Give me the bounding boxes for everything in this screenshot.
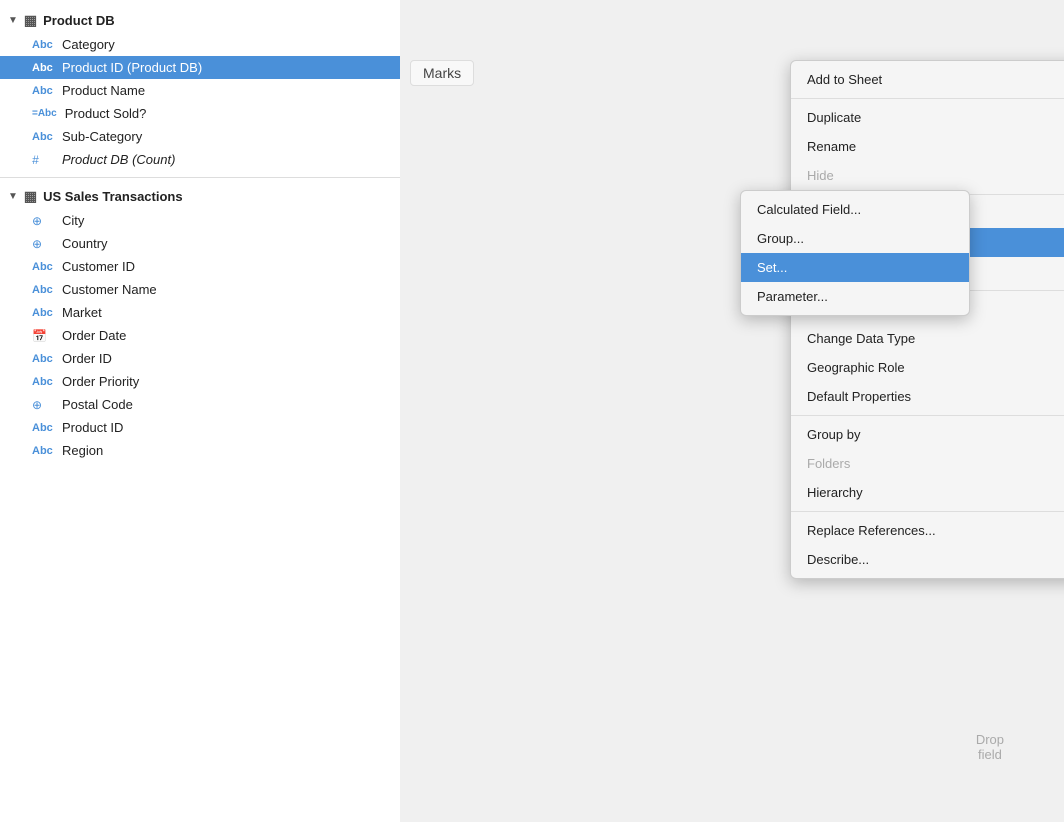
hash-icon-product-db-count: # xyxy=(32,153,54,167)
field-customer-id[interactable]: Abc Customer ID xyxy=(0,255,400,278)
context-menu: Add to Sheet Duplicate Rename Hide Alias… xyxy=(790,60,1064,579)
menu-item-geographic-role[interactable]: Geographic Role ▶ xyxy=(791,353,1064,382)
field-label-postal-code: Postal Code xyxy=(62,397,133,412)
db-group-product-db: ▼ ▦ Product DB Abc Category Abc Product … xyxy=(0,8,400,171)
type-icon-region: Abc xyxy=(32,445,54,457)
geo-icon-country: ⊕ xyxy=(32,237,54,251)
field-product-id2[interactable]: Abc Product ID xyxy=(0,416,400,439)
field-city[interactable]: ⊕ City xyxy=(0,209,400,232)
field-order-priority[interactable]: Abc Order Priority xyxy=(0,370,400,393)
field-label-product-name: Product Name xyxy=(62,83,145,98)
field-product-db-count[interactable]: # Product DB (Count) xyxy=(0,148,400,171)
main-container: ▼ ▦ Product DB Abc Category Abc Product … xyxy=(0,0,1064,822)
field-label-product-id: Product ID (Product DB) xyxy=(62,60,202,75)
type-icon-customer-name: Abc xyxy=(32,284,54,296)
field-sub-category[interactable]: Abc Sub-Category xyxy=(0,125,400,148)
menu-item-hide[interactable]: Hide xyxy=(791,161,1064,190)
type-icon-market: Abc xyxy=(32,307,54,319)
type-icon-sub-category: Abc xyxy=(32,131,54,143)
field-region[interactable]: Abc Region xyxy=(0,439,400,462)
field-postal-code[interactable]: ⊕ Postal Code xyxy=(0,393,400,416)
field-label-market: Market xyxy=(62,305,102,320)
table-icon-us-sales: ▦ xyxy=(24,188,37,205)
field-label-country: Country xyxy=(62,236,108,251)
drop-field-area: Dropfield xyxy=(976,732,1004,762)
menu-item-hierarchy[interactable]: Hierarchy ▶ xyxy=(791,478,1064,507)
menu-item-folders[interactable]: Folders ▶ xyxy=(791,449,1064,478)
menu-separator-4 xyxy=(791,415,1064,416)
left-panel: ▼ ▦ Product DB Abc Category Abc Product … xyxy=(0,0,400,822)
db-header-product-db[interactable]: ▼ ▦ Product DB xyxy=(0,8,400,33)
menu-item-replace-references[interactable]: Replace References... xyxy=(791,516,1064,545)
db-header-us-sales[interactable]: ▼ ▦ US Sales Transactions xyxy=(0,184,400,209)
field-label-order-priority: Order Priority xyxy=(62,374,139,389)
submenu-item-group[interactable]: Group... xyxy=(741,224,969,253)
type-icon-order-priority: Abc xyxy=(32,376,54,388)
menu-separator-1 xyxy=(791,98,1064,99)
db-name-product-db: Product DB xyxy=(43,13,115,28)
field-label-city: City xyxy=(62,213,84,228)
right-area: Marks Add to Sheet Duplicate Rename Hide… xyxy=(400,0,1064,822)
type-icon-product-id2: Abc xyxy=(32,422,54,434)
field-label-order-date: Order Date xyxy=(62,328,126,343)
menu-item-add-to-sheet[interactable]: Add to Sheet xyxy=(791,65,1064,94)
table-icon-product-db: ▦ xyxy=(24,12,37,29)
submenu-create: Calculated Field... Group... Set... Para… xyxy=(740,190,970,316)
field-label-customer-name: Customer Name xyxy=(62,282,157,297)
menu-separator-5 xyxy=(791,511,1064,512)
menu-item-change-data-type[interactable]: Change Data Type ▶ xyxy=(791,324,1064,353)
field-label-customer-id: Customer ID xyxy=(62,259,135,274)
field-label-sub-category: Sub-Category xyxy=(62,129,142,144)
menu-item-duplicate[interactable]: Duplicate xyxy=(791,103,1064,132)
db-group-us-sales: ▼ ▦ US Sales Transactions ⊕ City ⊕ Count… xyxy=(0,184,400,462)
field-product-name[interactable]: Abc Product Name xyxy=(0,79,400,102)
submenu-item-set[interactable]: Set... xyxy=(741,253,969,282)
field-market[interactable]: Abc Market xyxy=(0,301,400,324)
geo-icon-postal-code: ⊕ xyxy=(32,398,54,412)
type-icon-product-id: Abc xyxy=(32,62,54,74)
field-label-category: Category xyxy=(62,37,115,52)
field-label-product-id2: Product ID xyxy=(62,420,123,435)
field-country[interactable]: ⊕ Country xyxy=(0,232,400,255)
field-label-product-db-count: Product DB (Count) xyxy=(62,152,175,167)
field-product-id[interactable]: Abc Product ID (Product DB) xyxy=(0,56,400,79)
menu-item-describe[interactable]: Describe... xyxy=(791,545,1064,574)
geo-icon-city: ⊕ xyxy=(32,214,54,228)
field-label-product-sold: Product Sold? xyxy=(65,106,147,121)
submenu-item-calculated-field[interactable]: Calculated Field... xyxy=(741,195,969,224)
type-icon-product-name: Abc xyxy=(32,85,54,97)
menu-item-default-properties[interactable]: Default Properties ▶ xyxy=(791,382,1064,411)
field-customer-name[interactable]: Abc Customer Name xyxy=(0,278,400,301)
field-label-region: Region xyxy=(62,443,103,458)
menu-item-rename[interactable]: Rename xyxy=(791,132,1064,161)
expand-arrow-product-db: ▼ xyxy=(8,15,18,26)
db-name-us-sales: US Sales Transactions xyxy=(43,189,182,204)
field-order-date[interactable]: 📅 Order Date xyxy=(0,324,400,347)
expand-arrow-us-sales: ▼ xyxy=(8,191,18,202)
calendar-icon-order-date: 📅 xyxy=(32,329,54,343)
type-icon-category: Abc xyxy=(32,39,54,51)
drop-field-label: Dropfield xyxy=(976,732,1004,762)
field-order-id[interactable]: Abc Order ID xyxy=(0,347,400,370)
menu-item-group-by[interactable]: Group by ▶ xyxy=(791,420,1064,449)
field-label-order-id: Order ID xyxy=(62,351,112,366)
type-icon-customer-id: Abc xyxy=(32,261,54,273)
type-icon-order-id: Abc xyxy=(32,353,54,365)
submenu-item-parameter[interactable]: Parameter... xyxy=(741,282,969,311)
panel-divider xyxy=(0,177,400,178)
field-category[interactable]: Abc Category xyxy=(0,33,400,56)
marks-label: Marks xyxy=(410,60,474,86)
field-product-sold[interactable]: =Abc Product Sold? xyxy=(0,102,400,125)
type-icon-product-sold: =Abc xyxy=(32,108,57,119)
